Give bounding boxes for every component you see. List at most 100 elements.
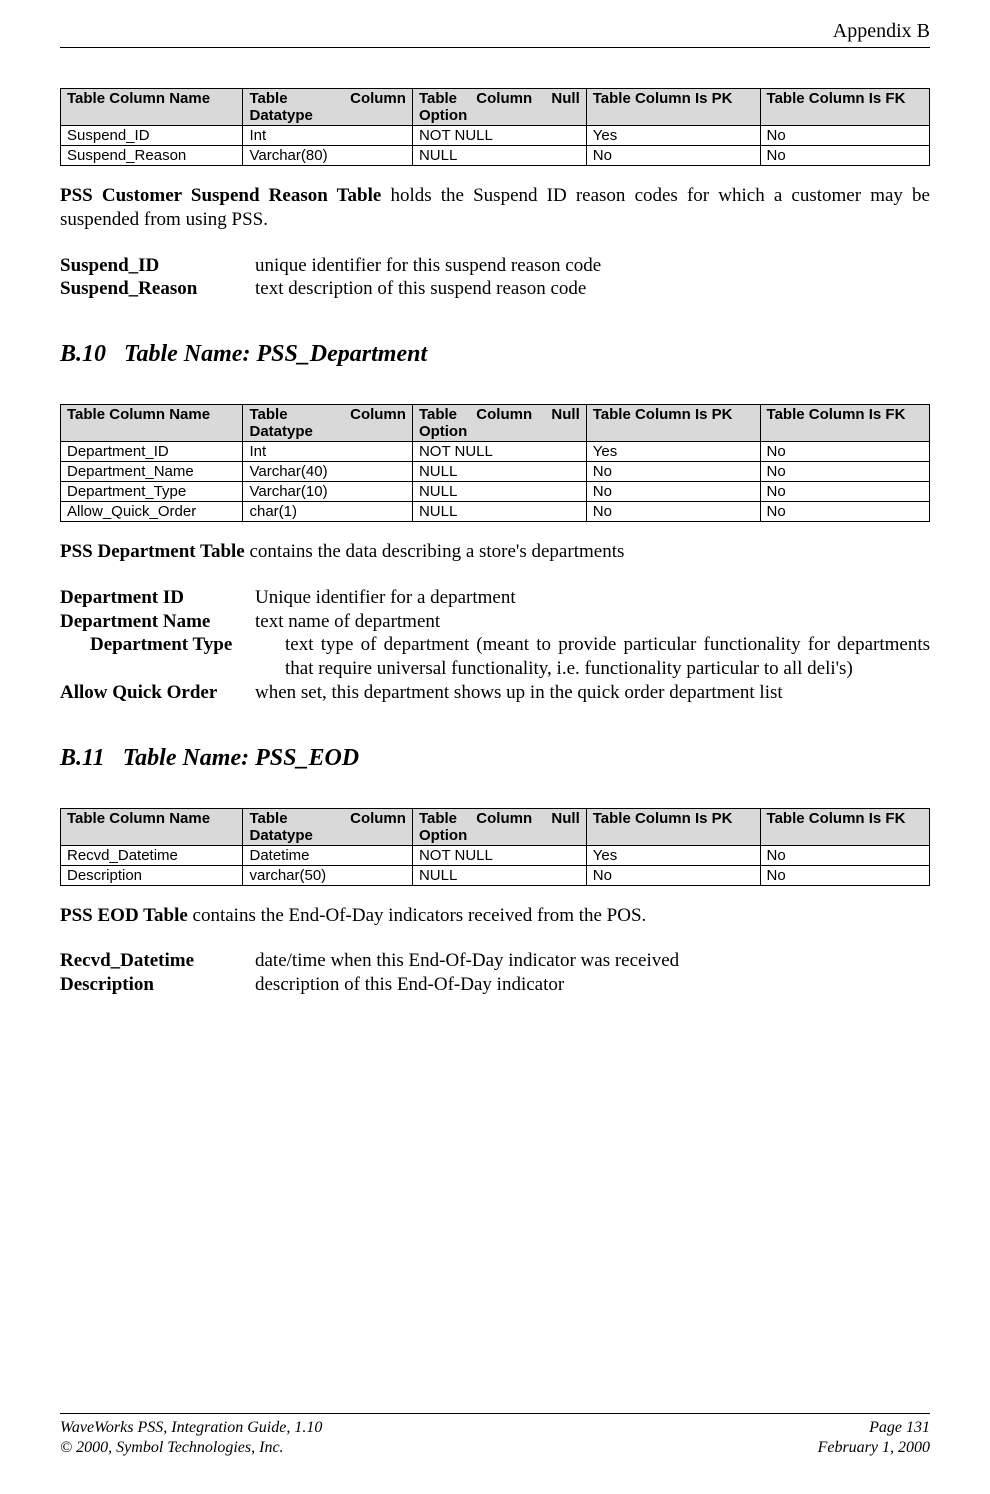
def-term: Suspend_ID bbox=[60, 254, 255, 278]
col-pk-header: Table Column Is PK bbox=[586, 405, 760, 442]
col-fk-header: Table Column Is FK bbox=[760, 405, 929, 442]
cell-name: Suspend_Reason bbox=[61, 146, 243, 166]
def-term: Recvd_Datetime bbox=[60, 949, 255, 973]
cell-fk: No bbox=[760, 845, 929, 865]
col-pk-header: Table Column Is PK bbox=[586, 808, 760, 845]
cell-type: Varchar(40) bbox=[243, 462, 412, 482]
section-number: B.10 bbox=[60, 341, 106, 367]
cell-type: Int bbox=[243, 126, 412, 146]
table-row: Description varchar(50) NULL No No bbox=[61, 865, 930, 885]
table-header: Table Column Name Table ColumnDatatype T… bbox=[61, 808, 930, 845]
cell-type: varchar(50) bbox=[243, 865, 412, 885]
footer-rule bbox=[60, 1413, 930, 1414]
table-row: Department_ID Int NOT NULL Yes No bbox=[61, 442, 930, 462]
cell-fk: No bbox=[760, 482, 929, 502]
table-row: Suspend_Reason Varchar(80) NULL No No bbox=[61, 146, 930, 166]
cell-name: Description bbox=[61, 865, 243, 885]
cell-pk: No bbox=[586, 865, 760, 885]
eod-desc: PSS EOD Table contains the End-Of-Day in… bbox=[60, 904, 930, 928]
def-term: Department Name bbox=[60, 610, 255, 634]
cell-null: NOT NULL bbox=[412, 845, 586, 865]
header-appendix: Appendix B bbox=[60, 20, 930, 43]
def-term: Suspend_Reason bbox=[60, 277, 255, 301]
cell-pk: Yes bbox=[586, 126, 760, 146]
col-fk-header: Table Column Is FK bbox=[760, 808, 929, 845]
cell-name: Recvd_Datetime bbox=[61, 845, 243, 865]
section-title: Table Name: PSS_Department bbox=[124, 341, 427, 367]
table-row: Allow_Quick_Order char(1) NULL No No bbox=[61, 502, 930, 522]
table-header: Table Column Name Table ColumnDatatype T… bbox=[61, 89, 930, 126]
cell-pk: No bbox=[586, 482, 760, 502]
col-datatype-header: Table ColumnDatatype bbox=[243, 808, 412, 845]
department-table: Table Column Name Table ColumnDatatype T… bbox=[60, 404, 930, 522]
def-term: Allow Quick Order bbox=[60, 681, 255, 705]
department-defs: Department ID Unique identifier for a de… bbox=[60, 586, 930, 705]
cell-name: Department_Type bbox=[61, 482, 243, 502]
def-desc: text type of department (meant to provid… bbox=[285, 633, 930, 681]
cell-fk: No bbox=[760, 146, 929, 166]
header-rule bbox=[60, 47, 930, 48]
def-row: Allow Quick Order when set, this departm… bbox=[60, 681, 930, 705]
eod-table: Table Column Name Table ColumnDatatype T… bbox=[60, 808, 930, 886]
cell-null: NOT NULL bbox=[412, 442, 586, 462]
page: Appendix B Table Column Name Table Colum… bbox=[0, 0, 990, 1494]
suspend-reason-desc: PSS Customer Suspend Reason Table holds … bbox=[60, 184, 930, 232]
cell-pk: No bbox=[586, 502, 760, 522]
col-null-header: Table Column NullOption bbox=[412, 405, 586, 442]
footer-right-2: February 1, 2000 bbox=[818, 1438, 930, 1458]
def-row: Department Type text type of department … bbox=[60, 633, 930, 681]
cell-null: NOT NULL bbox=[412, 126, 586, 146]
section-heading-b10: B.10 Table Name: PSS_Department bbox=[60, 341, 930, 368]
col-null-header: Table Column NullOption bbox=[412, 808, 586, 845]
cell-pk: Yes bbox=[586, 845, 760, 865]
cell-fk: No bbox=[760, 462, 929, 482]
cell-type: Int bbox=[243, 442, 412, 462]
suspend-reason-table: Table Column Name Table ColumnDatatype T… bbox=[60, 88, 930, 166]
section-heading-b11: B.11 Table Name: PSS_EOD bbox=[60, 745, 930, 772]
cell-null: NULL bbox=[412, 502, 586, 522]
cell-fk: No bbox=[760, 502, 929, 522]
def-row: Suspend_ID unique identifier for this su… bbox=[60, 254, 930, 278]
col-name-header: Table Column Name bbox=[61, 89, 243, 126]
table-row: Department_Type Varchar(10) NULL No No bbox=[61, 482, 930, 502]
desc-bold: PSS EOD Table bbox=[60, 905, 188, 926]
cell-pk: No bbox=[586, 146, 760, 166]
def-term: Description bbox=[60, 973, 255, 997]
table-row: Suspend_ID Int NOT NULL Yes No bbox=[61, 126, 930, 146]
desc-bold: PSS Customer Suspend Reason Table bbox=[60, 185, 381, 206]
def-desc: text description of this suspend reason … bbox=[255, 277, 930, 301]
cell-name: Suspend_ID bbox=[61, 126, 243, 146]
desc-rest: contains the End-Of-Day indicators recei… bbox=[188, 905, 647, 926]
cell-null: NULL bbox=[412, 462, 586, 482]
cell-null: NULL bbox=[412, 865, 586, 885]
col-datatype-header: Table ColumnDatatype bbox=[243, 89, 412, 126]
cell-fk: No bbox=[760, 442, 929, 462]
section-title: Table Name: PSS_EOD bbox=[123, 745, 359, 771]
cell-fk: No bbox=[760, 126, 929, 146]
cell-name: Allow_Quick_Order bbox=[61, 502, 243, 522]
col-name-header: Table Column Name bbox=[61, 808, 243, 845]
cell-pk: No bbox=[586, 462, 760, 482]
def-desc: date/time when this End-Of-Day indicator… bbox=[255, 949, 930, 973]
cell-null: NULL bbox=[412, 146, 586, 166]
def-row: Department Name text name of department bbox=[60, 610, 930, 634]
footer: WaveWorks PSS, Integration Guide, 1.10 P… bbox=[60, 1413, 930, 1458]
def-desc: Unique identifier for a department bbox=[255, 586, 930, 610]
col-null-header: Table Column NullOption bbox=[412, 89, 586, 126]
def-term: Department Type bbox=[60, 633, 285, 657]
cell-fk: No bbox=[760, 865, 929, 885]
col-pk-header: Table Column Is PK bbox=[586, 89, 760, 126]
table-row: Department_Name Varchar(40) NULL No No bbox=[61, 462, 930, 482]
footer-right-1: Page 131 bbox=[869, 1418, 930, 1438]
def-row: Recvd_Datetime date/time when this End-O… bbox=[60, 949, 930, 973]
desc-bold: PSS Department Table bbox=[60, 541, 245, 562]
def-desc: description of this End-Of-Day indicator bbox=[255, 973, 930, 997]
cell-type: Datetime bbox=[243, 845, 412, 865]
desc-rest: contains the data describing a store's d… bbox=[245, 541, 625, 562]
table-row: Recvd_Datetime Datetime NOT NULL Yes No bbox=[61, 845, 930, 865]
section-number: B.11 bbox=[60, 745, 105, 771]
def-desc: unique identifier for this suspend reaso… bbox=[255, 254, 930, 278]
def-desc: text name of department bbox=[255, 610, 930, 634]
def-row: Description description of this End-Of-D… bbox=[60, 973, 930, 997]
cell-pk: Yes bbox=[586, 442, 760, 462]
